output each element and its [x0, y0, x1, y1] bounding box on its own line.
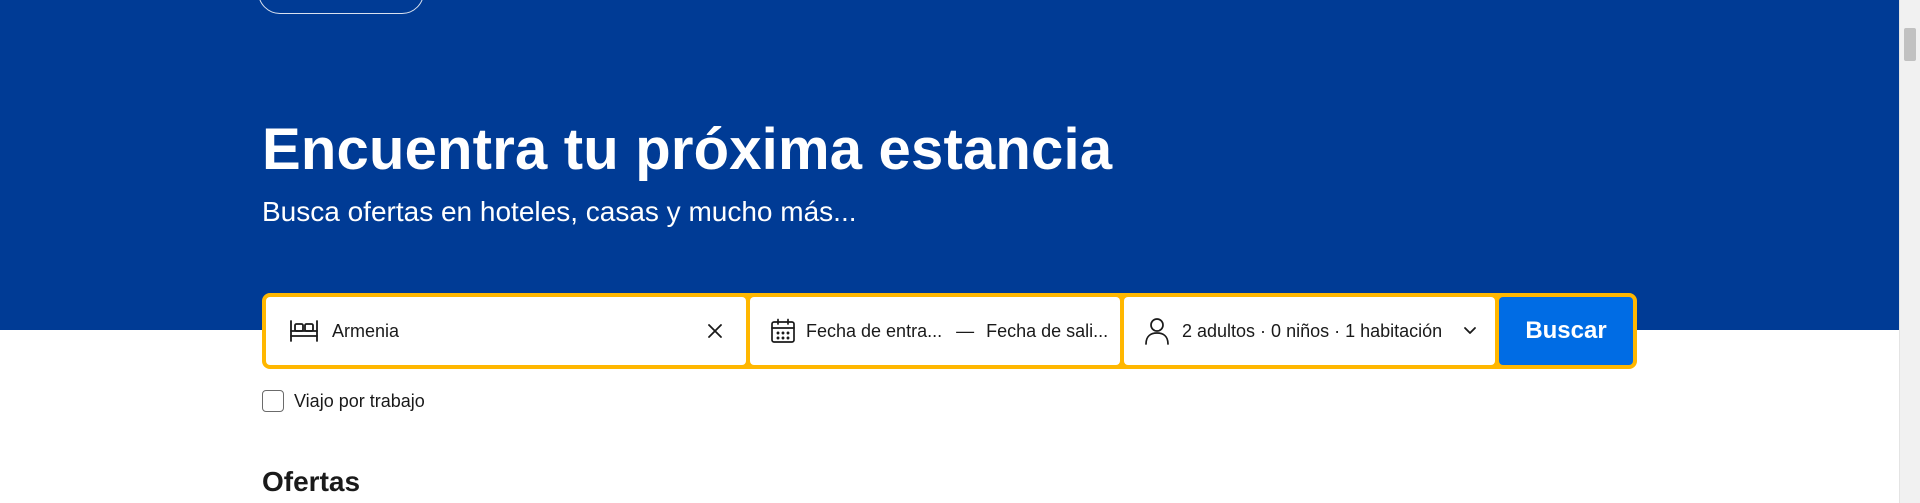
business-trip-checkbox[interactable]	[262, 390, 284, 412]
search-button[interactable]: Buscar	[1499, 297, 1633, 365]
person-icon	[1144, 317, 1170, 345]
hero-banner: Encuentra tu próxima estancia Busca ofer…	[0, 0, 1899, 330]
calendar-icon	[770, 318, 796, 344]
guests-field[interactable]: 2 adultos · 0 niños · 1 habitación	[1124, 297, 1495, 365]
hero-title: Encuentra tu próxima estancia	[262, 117, 1113, 182]
business-trip-label[interactable]: Viajo por trabajo	[294, 391, 425, 412]
search-bar: Fecha de entra... — Fecha de sali... 2 a…	[262, 293, 1637, 369]
bed-icon	[288, 317, 320, 345]
chevron-down-icon[interactable]	[1463, 326, 1477, 336]
close-icon[interactable]	[702, 318, 728, 344]
business-trip-option[interactable]: Viajo por trabajo	[262, 390, 425, 412]
scrollbar-thumb[interactable]	[1904, 28, 1916, 61]
dates-field[interactable]: Fecha de entra... — Fecha de sali...	[750, 297, 1120, 365]
guests-summary: 2 adultos · 0 niños · 1 habitación	[1182, 320, 1443, 341]
destination-field[interactable]	[266, 297, 746, 365]
check-out-date[interactable]: Fecha de sali...	[986, 321, 1108, 342]
header-pill-button[interactable]	[258, 0, 424, 14]
page: Encuentra tu próxima estancia Busca ofer…	[0, 0, 1920, 503]
hero-subtitle: Busca ofertas en hoteles, casas y mucho …	[262, 196, 857, 227]
check-in-date[interactable]: Fecha de entra...	[806, 321, 942, 342]
scrollbar[interactable]	[1899, 0, 1920, 503]
destination-input[interactable]	[330, 319, 702, 343]
date-separator: —	[956, 320, 975, 341]
offers-heading: Ofertas	[262, 466, 361, 497]
